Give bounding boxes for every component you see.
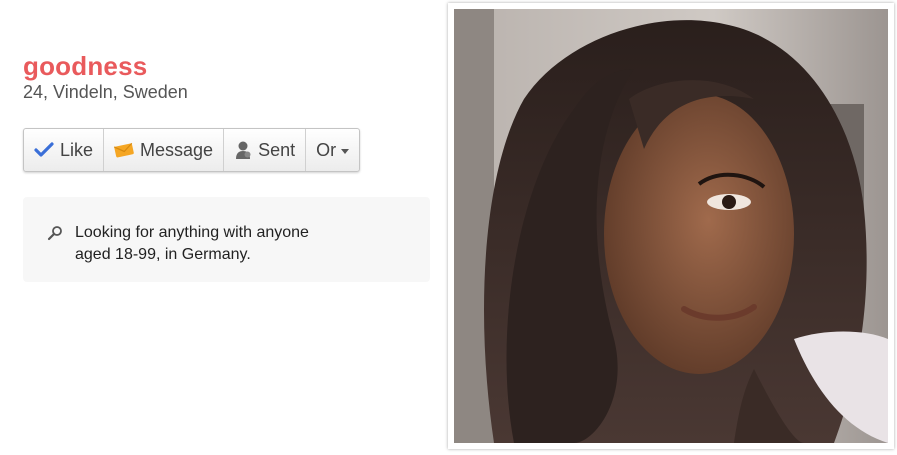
looking-for-text: Looking for anything with anyone aged 18… — [75, 224, 309, 263]
person-icon — [234, 140, 252, 160]
magnifier-icon — [47, 225, 63, 246]
or-dropdown-button[interactable]: Or — [306, 129, 359, 171]
profile-age-location: 24, Vindeln, Sweden — [23, 82, 188, 102]
sent-button[interactable]: Sent — [224, 129, 307, 171]
caret-down-icon — [341, 148, 350, 154]
checkmark-icon — [34, 142, 54, 158]
like-label: Like — [60, 139, 94, 160]
profile-name: goodness — [23, 51, 148, 81]
profile-photo — [454, 9, 888, 443]
profile-action-bar: Like Message Sent Or — [23, 128, 361, 172]
message-label: Message — [140, 139, 214, 160]
looking-for-panel: Looking for anything with anyone aged 18… — [23, 197, 430, 282]
sent-label: Sent — [258, 139, 296, 160]
like-button[interactable]: Like — [24, 129, 105, 171]
or-label: Or — [316, 139, 337, 160]
message-button[interactable]: Message — [104, 129, 225, 171]
profile-photo-frame[interactable] — [448, 3, 894, 449]
envelope-icon — [114, 142, 134, 158]
